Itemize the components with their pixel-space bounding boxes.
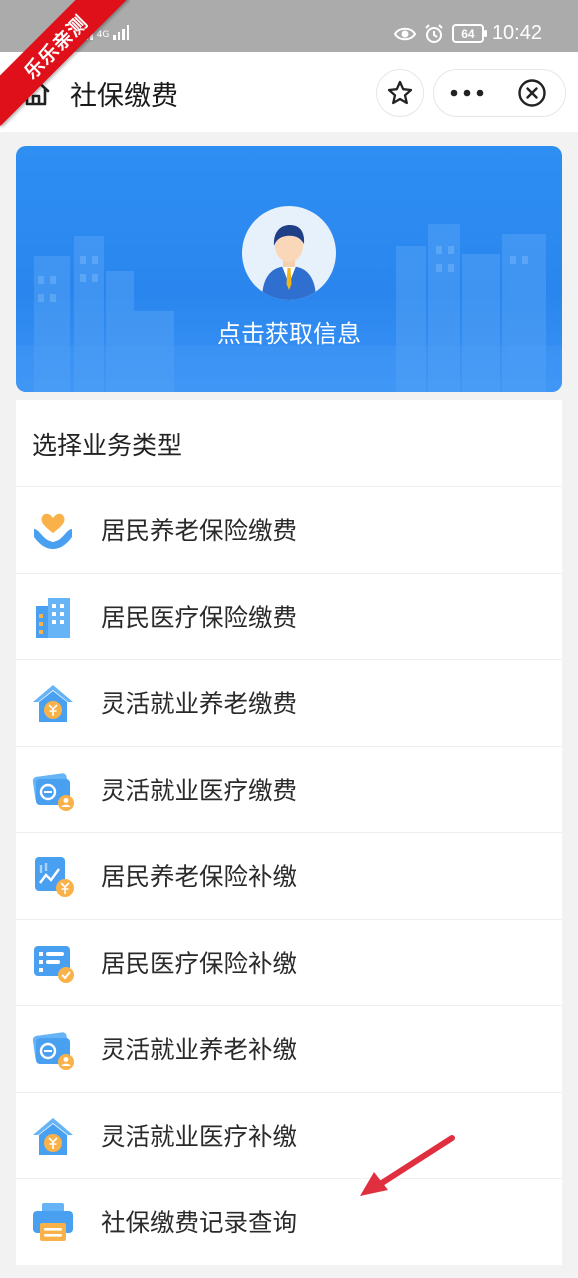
list-item-label: 灵活就业养老缴费 bbox=[101, 689, 297, 719]
annotation-arrow-icon bbox=[360, 1135, 455, 1196]
clock-time: 10:42 bbox=[491, 22, 542, 44]
user-avatar-icon bbox=[262, 225, 316, 300]
hands-heart-icon bbox=[34, 513, 72, 549]
status-right: 64 10:42 bbox=[393, 22, 542, 45]
favorite-button[interactable] bbox=[376, 69, 424, 117]
list-item[interactable]: 灵活就业医疗缴费 bbox=[16, 745, 562, 833]
printer-icon bbox=[33, 1203, 73, 1241]
banner-cta-text: 点击获取信息 bbox=[217, 320, 361, 348]
more-button[interactable] bbox=[434, 70, 500, 116]
list-item-label: 居民医疗保险缴费 bbox=[101, 602, 297, 632]
business-type-list: 居民养老保险缴费 居民医疗保险缴费 灵活就业养老缴费 灵活就业医疗缴费 居民养老… bbox=[16, 486, 562, 1265]
chart-yuan-icon bbox=[35, 857, 74, 897]
list-item[interactable]: 居民医疗保险补缴 bbox=[16, 918, 562, 1006]
list-item-label: 居民医疗保险补缴 bbox=[101, 948, 297, 978]
list-item[interactable]: 居民医疗保险缴费 bbox=[16, 572, 562, 660]
avatar[interactable] bbox=[242, 206, 336, 300]
list-item[interactable]: 居民养老保险补缴 bbox=[16, 832, 562, 919]
list-item-label: 灵活就业医疗缴费 bbox=[101, 775, 297, 805]
list-item-label: 灵活就业养老补缴 bbox=[101, 1035, 297, 1065]
more-dots-icon bbox=[450, 89, 484, 97]
user-info-banner[interactable]: 点击获取信息 bbox=[16, 146, 562, 392]
watermark-ribbon: 乐乐亲测 bbox=[0, 0, 130, 130]
alarm-icon bbox=[425, 23, 443, 43]
close-button[interactable] bbox=[500, 70, 566, 116]
id-card-icon bbox=[32, 772, 74, 811]
menu-capsule bbox=[433, 69, 566, 117]
section-header: 选择业务类型 bbox=[16, 400, 562, 486]
list-item[interactable]: 灵活就业养老补缴 bbox=[16, 1005, 562, 1092]
battery-icon: 64 bbox=[451, 24, 487, 43]
list-item-label: 居民养老保险补缴 bbox=[101, 862, 297, 892]
hospital-building-icon bbox=[36, 597, 70, 638]
list-item-label: 社保缴费记录查询 bbox=[101, 1208, 297, 1238]
close-circle-icon bbox=[518, 79, 546, 107]
star-icon bbox=[387, 80, 413, 105]
list-item-label: 居民养老保险缴费 bbox=[101, 516, 297, 546]
id-card-icon bbox=[32, 1032, 74, 1070]
eye-icon bbox=[393, 27, 416, 40]
list-item[interactable]: 居民养老保险缴费 bbox=[16, 486, 562, 573]
house-yuan-icon bbox=[33, 685, 73, 722]
list-item[interactable]: 灵活就业养老缴费 bbox=[16, 659, 562, 746]
watermark-text: 乐乐亲测 bbox=[0, 0, 130, 126]
section-title: 选择业务类型 bbox=[32, 431, 183, 460]
list-item-label: 灵活就业医疗补缴 bbox=[101, 1121, 297, 1151]
list-item[interactable]: 社保缴费记录查询 bbox=[16, 1178, 562, 1265]
checklist-icon bbox=[34, 945, 74, 983]
house-yuan-icon bbox=[33, 1117, 73, 1155]
list-item[interactable]: 灵活就业医疗补缴 bbox=[16, 1091, 562, 1179]
